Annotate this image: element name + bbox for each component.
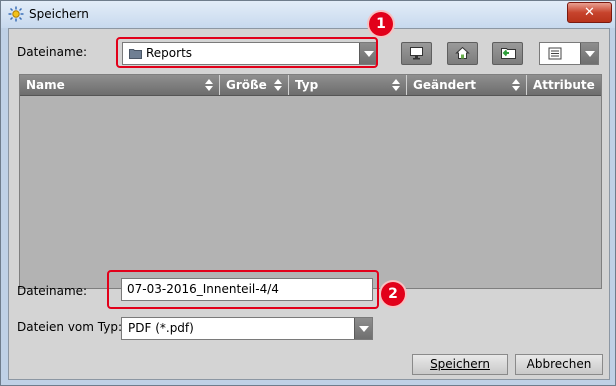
window-title: Speichern bbox=[29, 7, 89, 21]
folder-label: Dateiname: bbox=[17, 45, 88, 59]
filetype-value: PDF (*.pdf) bbox=[128, 321, 194, 335]
desktop-button[interactable] bbox=[401, 42, 432, 65]
callout-badge-2: 2 bbox=[381, 282, 405, 306]
filetype-dropdown[interactable]: PDF (*.pdf) bbox=[121, 317, 373, 340]
sort-icon bbox=[512, 79, 520, 91]
column-label: Geändert bbox=[413, 78, 477, 92]
cancel-button-label: Abbrechen bbox=[526, 357, 592, 371]
column-label: Typ bbox=[295, 78, 319, 92]
callout-badge-1: 1 bbox=[369, 12, 393, 36]
cancel-button[interactable]: Abbrechen bbox=[515, 354, 603, 375]
callout-highlight-1 bbox=[116, 37, 378, 68]
file-list[interactable]: Name Größe Typ Geändert Attribute bbox=[19, 74, 602, 289]
filename-label: Dateiname: bbox=[17, 284, 88, 298]
app-icon bbox=[8, 6, 24, 22]
column-header-attributes[interactable]: Attribute bbox=[527, 75, 601, 95]
sort-icon bbox=[274, 79, 282, 91]
column-header-name[interactable]: Name bbox=[20, 75, 220, 95]
column-label: Größe bbox=[226, 78, 267, 92]
column-label: Attribute bbox=[533, 78, 595, 92]
close-button[interactable]: ✕ bbox=[567, 2, 612, 23]
column-label: Name bbox=[26, 78, 65, 92]
column-header-size[interactable]: Größe bbox=[220, 75, 289, 95]
view-menu-button[interactable] bbox=[539, 42, 599, 65]
column-header-type[interactable]: Typ bbox=[289, 75, 407, 95]
callout-highlight-2 bbox=[107, 270, 379, 309]
new-folder-icon bbox=[501, 48, 516, 59]
sort-icon bbox=[205, 79, 213, 91]
home-icon bbox=[455, 46, 470, 59]
title-bar: Speichern ✕ bbox=[1, 1, 615, 28]
home-button[interactable] bbox=[447, 42, 478, 65]
save-button[interactable]: Speichern bbox=[412, 354, 508, 375]
file-list-header: Name Größe Typ Geändert Attribute bbox=[20, 75, 601, 96]
close-icon: ✕ bbox=[584, 5, 595, 20]
list-view-icon bbox=[548, 47, 562, 60]
new-folder-button[interactable] bbox=[492, 42, 523, 65]
filetype-label: Dateien vom Typ: bbox=[17, 320, 122, 334]
column-header-modified[interactable]: Geändert bbox=[407, 75, 527, 95]
dialog-body: Dateiname: Reports Name Größe Typ Geände… bbox=[8, 28, 610, 380]
chevron-down-icon bbox=[580, 43, 598, 64]
save-button-label: Speichern bbox=[430, 357, 490, 371]
chevron-down-icon bbox=[354, 318, 372, 339]
desktop-icon bbox=[410, 47, 423, 60]
sort-icon bbox=[392, 79, 400, 91]
